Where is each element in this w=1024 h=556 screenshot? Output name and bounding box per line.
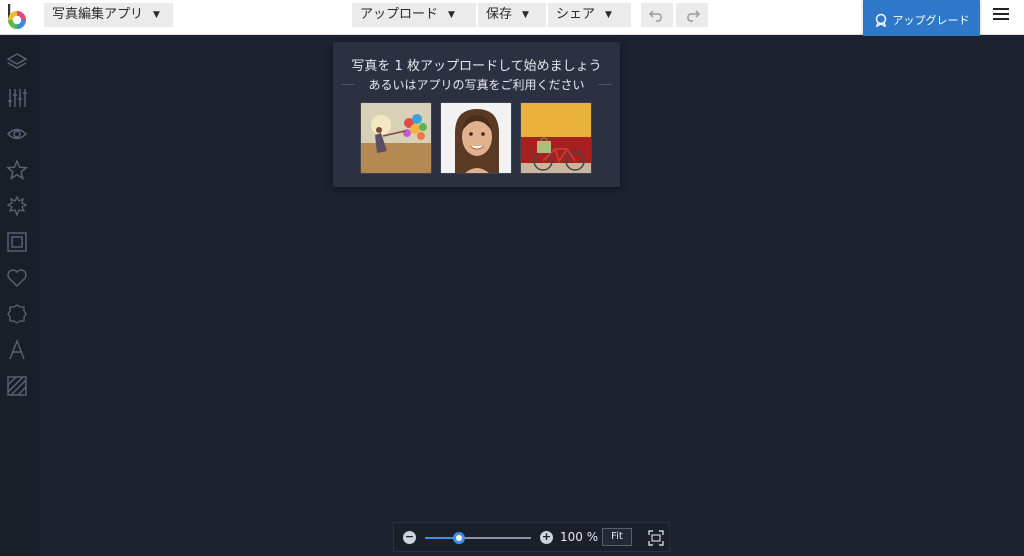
redo-icon (687, 10, 700, 22)
share-menu-label: シェア (556, 7, 596, 22)
zoom-out-icon[interactable]: − (403, 531, 416, 544)
zoom-slider-handle[interactable] (452, 532, 465, 544)
zoom-in-icon[interactable]: + (540, 531, 553, 544)
layers-icon[interactable] (6, 51, 28, 73)
share-menu-button[interactable]: シェア ▼ (548, 3, 631, 27)
adjust-sliders-icon[interactable] (6, 87, 28, 109)
save-menu-button[interactable]: 保存 ▼ (478, 3, 546, 27)
sample-photo-portrait[interactable] (440, 102, 512, 174)
upgrade-badge-icon (875, 13, 886, 27)
badge-icon[interactable] (6, 303, 28, 325)
sample-photo-balloons[interactable] (360, 102, 432, 174)
undo-icon (649, 10, 662, 22)
save-menu-label: 保存 (486, 7, 513, 22)
texture-icon[interactable] (6, 195, 28, 217)
zoom-value: 100 % (560, 530, 599, 544)
upgrade-button[interactable]: アップグレード (863, 0, 980, 40)
upload-prompt-title: 写真を 1 枚アップロードして始めましょう (351, 59, 602, 74)
text-icon[interactable] (6, 339, 28, 361)
fit-button[interactable]: Fit (602, 528, 632, 546)
zoom-slider[interactable] (425, 537, 531, 539)
zoom-controls: − + 100 % Fit (393, 522, 670, 552)
caret-down-icon: ▼ (448, 10, 455, 20)
upload-prompt-subtitle: あるいはアプリの写真をご利用ください (368, 78, 585, 92)
app-logo-icon[interactable] (6, 3, 28, 31)
top-toolbar: 写真編集アプリ ▼ アップロード ▼ 保存 ▼ シェア ▼ アップグレード (0, 0, 1024, 40)
tool-sidebar (0, 36, 40, 556)
frame-icon[interactable] (6, 231, 28, 253)
heart-icon[interactable] (6, 267, 28, 289)
upload-menu-label: アップロード (360, 7, 439, 22)
star-icon[interactable] (6, 159, 28, 181)
sample-photo-bicycle[interactable] (520, 102, 592, 174)
eye-icon[interactable] (6, 123, 28, 145)
upload-prompt-popup: 写真を 1 枚アップロードして始めましょう あるいはアプリの写真をご利用ください (333, 42, 620, 187)
caret-down-icon: ▼ (522, 10, 529, 20)
hamburger-menu-icon[interactable] (993, 8, 1009, 22)
app-dropdown[interactable]: 写真編集アプリ ▼ (44, 3, 173, 27)
caret-down-icon: ▼ (153, 10, 160, 20)
pattern-icon[interactable] (6, 375, 28, 397)
fullscreen-icon[interactable] (648, 530, 664, 546)
caret-down-icon: ▼ (605, 10, 612, 20)
upload-menu-button[interactable]: アップロード ▼ (352, 3, 476, 27)
redo-button[interactable] (676, 3, 708, 27)
upgrade-label: アップグレード (892, 14, 970, 27)
undo-button[interactable] (641, 3, 673, 27)
app-dropdown-label: 写真編集アプリ (52, 7, 144, 22)
